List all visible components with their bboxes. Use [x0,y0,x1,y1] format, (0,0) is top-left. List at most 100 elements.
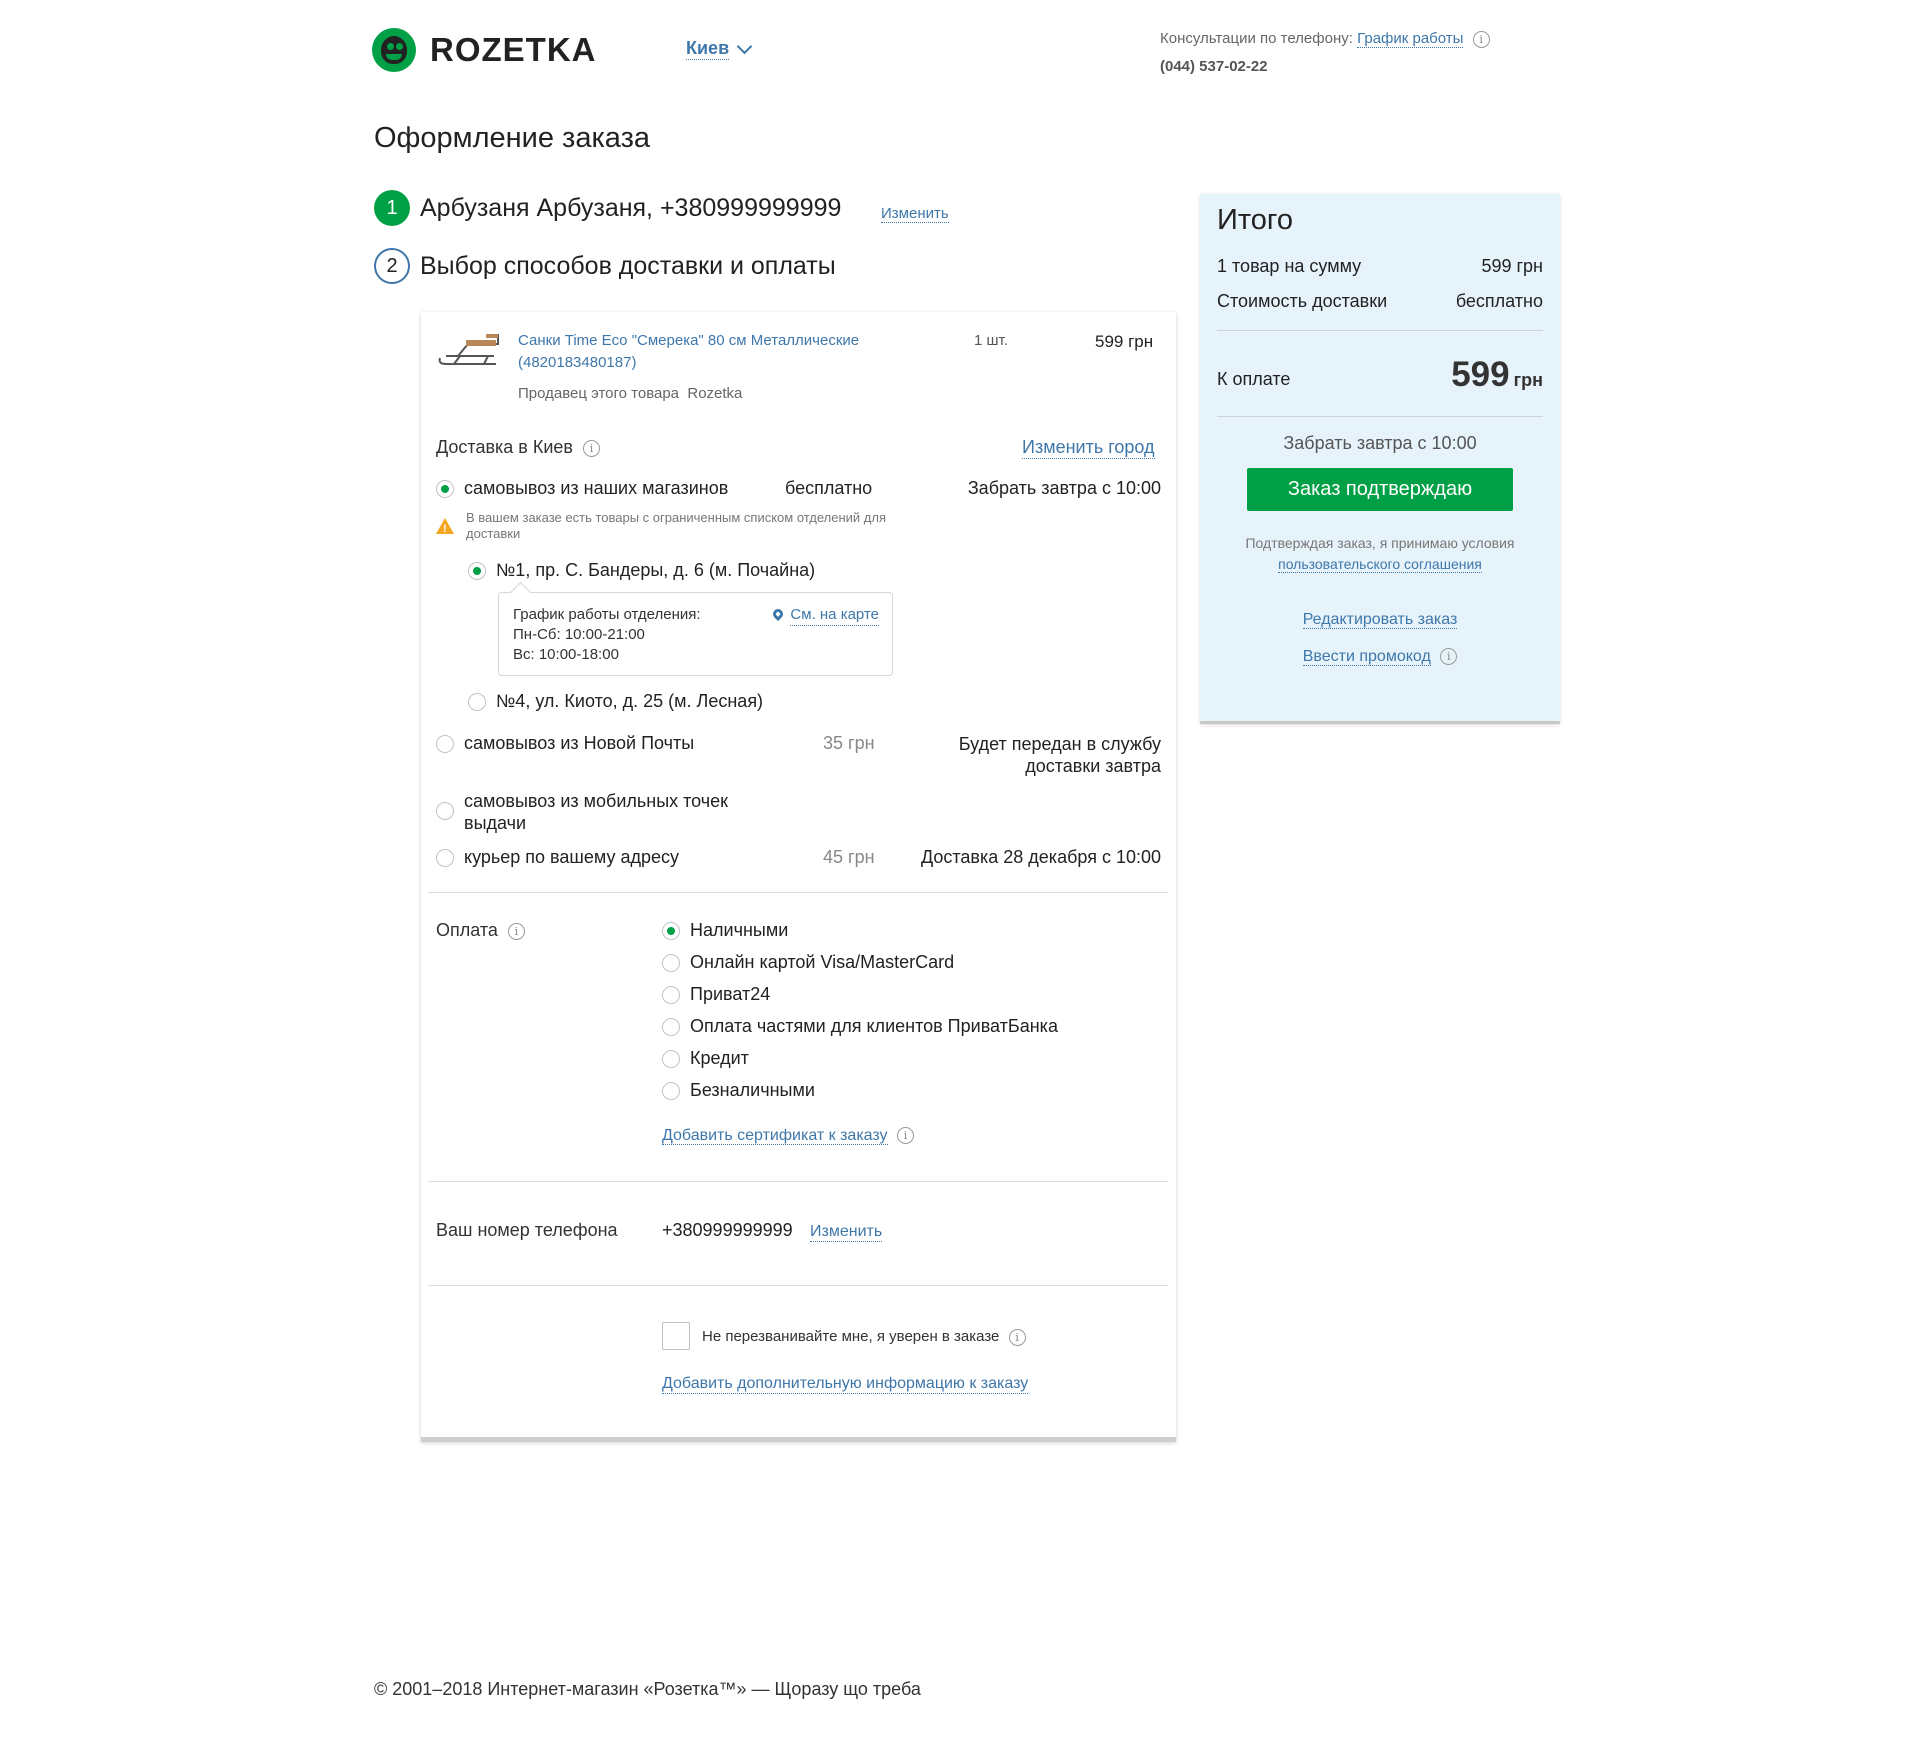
change-phone-link[interactable]: Изменить [810,1223,883,1242]
step-number-1: 1 [374,190,410,226]
delivery-radio-courier[interactable] [436,849,454,867]
payment-options: Наличными Онлайн картой Visa/MasterCard … [662,920,1058,1112]
city-selector[interactable]: Киев [686,38,753,60]
payment-option-installments[interactable]: Оплата частями для клиентов ПриватБанка [662,1016,1058,1036]
edit-order: Редактировать заказ [1217,611,1543,629]
summary-total: 599 грн [1440,355,1543,395]
payment-heading: Оплата i [436,920,525,941]
store-hours-tooltip: График работы отделения: Пн-Сб: 10:00-21… [498,592,893,676]
change-contact-link[interactable]: Изменить [881,205,949,223]
delivery-option-price: 35 грн [823,733,875,753]
payment-radio[interactable] [662,922,680,940]
delivery-option-label: самовывоз из Новой Почты [464,733,695,753]
payment-radio[interactable] [662,1050,680,1068]
payment-label: Оплата [436,920,498,940]
product-seller: Продавец этого товара Rozetka [518,385,742,402]
schedule-link[interactable]: График работы [1357,30,1464,48]
change-city-link[interactable]: Изменить город [1022,437,1155,459]
summary-items-value: 599 грн [1481,256,1543,276]
warning-icon [436,518,454,537]
promo-code-link[interactable]: Ввести промокод [1302,648,1431,666]
summary-items-label: 1 товар на сумму [1217,256,1362,276]
seller-label: Продавец этого товара [518,385,680,402]
no-callback-checkbox[interactable] [662,1322,690,1350]
rozetka-logo-icon [372,28,416,72]
summary-total-value: 599 [1451,355,1510,394]
hours-weekdays: Пн-Сб: 10:00-21:00 [513,626,645,643]
delivery-heading-text: Доставка в Киев [436,437,573,457]
product-price: 599 грн [1095,332,1154,351]
summary-title: Итого [1217,204,1293,236]
user-agreement-link[interactable]: пользовательского соглашения [1278,556,1482,573]
delivery-radio-store[interactable] [436,480,454,498]
summary-items-row: 1 товар на сумму 599 грн [1217,256,1543,277]
delivery-option-nova-poshta[interactable]: самовывоз из Новой Почты [436,733,694,754]
payment-option-label: Приват24 [690,984,771,1004]
agreement-text: Подтверждая заказ, я принимаю условия по… [1217,533,1543,575]
edit-order-link[interactable]: Редактировать заказ [1302,611,1458,629]
store-label: №4, ул. Киото, д. 25 (м. Лесная) [496,691,764,711]
map-link[interactable]: См. на карте [771,605,879,626]
info-icon[interactable]: i [507,922,525,940]
step-delivery-payment: 2 Выбор способов доставки и оплаты [374,248,836,284]
payment-option-cashless[interactable]: Безналичными [662,1080,1058,1100]
step-number-2: 2 [374,248,410,284]
step-contact: 1 Арбузаня Арбузаня, +380999999999 [374,190,841,226]
payment-option-cash[interactable]: Наличными [662,920,1058,940]
payment-radio[interactable] [662,986,680,1004]
summary-divider [1217,416,1543,417]
summary-delivery-label: Стоимость доставки [1217,291,1388,311]
payment-radio[interactable] [662,1018,680,1036]
footer-copyright: © 2001–2018 Интернет-магазин «Розетка™» … [374,1679,921,1699]
info-icon[interactable]: i [583,439,600,457]
payment-option-label: Безналичными [690,1080,815,1100]
info-icon[interactable]: i [1472,30,1490,48]
add-info-link[interactable]: Добавить дополнительную информацию к зак… [662,1375,1029,1394]
no-callback: Не перезванивайте мне, я уверен в заказе… [702,1328,1026,1346]
delivery-option-when: Забрать завтра с 10:00 [967,478,1161,498]
city-label: Киев [686,38,730,60]
logo-text: ROZETKA [430,31,597,68]
summary-total-currency: грн [1513,370,1543,390]
map-link-text[interactable]: См. на карте [790,605,879,626]
add-certificate-link[interactable]: Добавить сертификат к заказу [662,1127,888,1145]
payment-radio[interactable] [662,1082,680,1100]
divider [428,1181,1168,1182]
map-pin-icon [771,606,786,622]
delivery-radio-nova-poshta[interactable] [436,735,454,753]
delivery-option-store[interactable]: самовывоз из наших магазинов [436,478,728,499]
store-radio-2[interactable] [468,693,486,711]
info-icon[interactable]: i [1440,648,1458,666]
payment-option-privat24[interactable]: Приват24 [662,984,1058,1004]
delivery-radio-mobile-points[interactable] [436,802,454,820]
info-icon[interactable]: i [897,1127,914,1145]
store-option-2[interactable]: №4, ул. Киото, д. 25 (м. Лесная) [468,691,763,712]
product-thumbnail[interactable] [436,328,506,368]
payment-option-credit[interactable]: Кредит [662,1048,1058,1068]
delivery-option-label: самовывоз из мобильных точек выдачи [464,791,729,833]
delivery-option-price: 45 грн [823,847,875,867]
product-title-link[interactable]: Санки Time Eco "Смерека" 80 см Металличе… [518,330,938,374]
promo-code: Ввести промокод i [1217,648,1543,666]
delivery-option-mobile-points[interactable]: самовывоз из мобильных точек выдачи [436,790,766,834]
logo[interactable]: ROZETKA [372,28,597,72]
phone-label: Ваш номер телефона [436,1220,618,1240]
delivery-option-when: Будет передан в службу доставки завтра [958,734,1161,776]
store-radio-1[interactable] [468,562,486,580]
summary-total-label: К оплате [1217,369,1291,389]
payment-option-label: Онлайн картой Visa/MasterCard [690,952,955,972]
confirm-order-button[interactable]: Заказ подтверждаю [1247,468,1513,511]
payment-option-card[interactable]: Онлайн картой Visa/MasterCard [662,952,1058,972]
step-contact-text: Арбузаня Арбузаня, +380999999999 [420,193,842,222]
info-icon[interactable]: i [1008,1328,1026,1346]
no-callback-label: Не перезванивайте мне, я уверен в заказе [702,1328,1000,1345]
delivery-option-label: курьер по вашему адресу [464,847,679,867]
agreement-prefix: Подтверждая заказ, я принимаю условия [1245,535,1515,551]
consult-label: Консультации по телефону: [1160,30,1353,47]
store-option-1[interactable]: №1, пр. С. Бандеры, д. 6 (м. Почайна) [468,560,815,581]
payment-radio[interactable] [662,954,680,972]
payment-option-label: Кредит [690,1048,749,1068]
delivery-option-when: Доставка 28 декабря с 10:00 [920,847,1161,867]
support-phone: (044) 537-02-22 [1160,57,1268,75]
delivery-option-courier[interactable]: курьер по вашему адресу [436,847,679,868]
